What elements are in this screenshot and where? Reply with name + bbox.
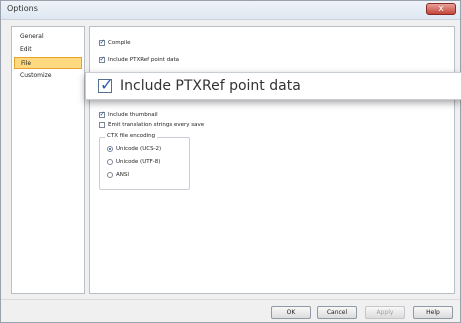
encoding-ansi-radio[interactable] [107, 172, 113, 178]
magnified-option-label: Include PTXRef point data [120, 78, 301, 94]
include-thumbnail-checkbox[interactable] [99, 110, 105, 118]
encoding-ucs2-radio[interactable] [107, 146, 113, 152]
encoding-ansi-label: ANSI [116, 172, 129, 178]
help-button[interactable]: Help [413, 306, 453, 319]
compile-option[interactable]: Compile [99, 38, 131, 46]
include-ptxref-checkbox[interactable] [99, 55, 105, 63]
title-bar[interactable]: Options x [1, 1, 460, 20]
options-window: Options x General Edit File Customize Co… [0, 0, 461, 323]
emit-translation-label: Emit translation strings every save [108, 122, 205, 128]
compile-checkbox[interactable] [99, 38, 105, 46]
window-title: Options [7, 4, 38, 13]
magnified-checkbox [98, 75, 113, 94]
close-button[interactable]: x [426, 3, 456, 15]
encoding-ucs2-option[interactable]: Unicode (UCS-2) [107, 146, 161, 152]
ok-button[interactable]: OK [271, 306, 311, 319]
nav-item-general[interactable]: General [14, 31, 82, 43]
encoding-utf8-radio[interactable] [107, 159, 113, 165]
cancel-button[interactable]: Cancel [317, 306, 357, 319]
include-ptxref-label: Include PTXRef point data [108, 57, 180, 63]
encoding-ansi-option[interactable]: ANSI [107, 172, 129, 178]
nav-item-edit[interactable]: Edit [14, 44, 82, 56]
nav-item-file[interactable]: File [14, 57, 82, 69]
include-ptxref-option[interactable]: Include PTXRef point data [99, 55, 180, 63]
footer-divider [1, 299, 460, 300]
emit-translation-option[interactable]: Emit translation strings every save [99, 122, 204, 128]
options-nav: General Edit File Customize [11, 26, 85, 294]
include-thumbnail-label: Include thumbnail [108, 112, 158, 118]
encoding-group-title: CTX file encoding [105, 133, 158, 139]
close-icon: x [438, 4, 444, 14]
compile-label: Compile [108, 40, 131, 46]
encoding-ucs2-label: Unicode (UCS-2) [116, 146, 162, 152]
encoding-utf8-option[interactable]: Unicode (UTF-8) [107, 159, 160, 165]
emit-translation-checkbox[interactable] [99, 122, 105, 128]
encoding-utf8-label: Unicode (UTF-8) [116, 159, 161, 165]
magnified-option-callout: Include PTXRef point data [85, 72, 461, 100]
apply-button[interactable]: Apply [365, 306, 405, 319]
nav-item-customize[interactable]: Customize [14, 70, 82, 82]
include-thumbnail-option[interactable]: Include thumbnail [99, 110, 158, 118]
